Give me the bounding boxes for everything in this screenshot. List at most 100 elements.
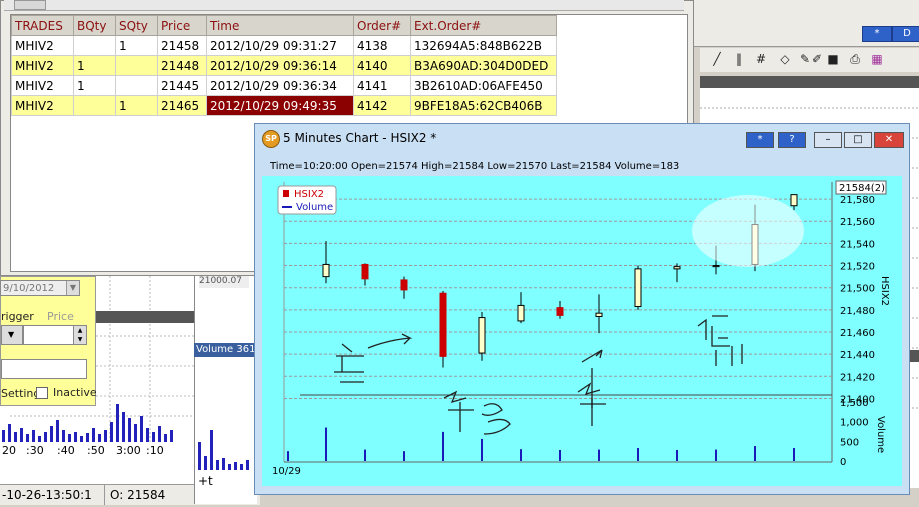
- cell-ext-order: B3A690AD:304D0DED: [410, 55, 557, 76]
- volume-bar: [158, 426, 161, 442]
- eraser-icon[interactable]: ◇: [778, 52, 792, 66]
- price-tick-label: 21,420: [840, 372, 875, 383]
- candle-body: [595, 312, 603, 317]
- grid-icon[interactable]: #: [754, 52, 768, 66]
- volume-bar: [2, 430, 5, 442]
- volume-tick-label: 0: [840, 457, 846, 468]
- time-tick-label: 3:00: [116, 444, 141, 457]
- cell-time: 2012/10/29 09:31:27: [206, 35, 354, 56]
- price-label: Price: [47, 310, 74, 323]
- table-row[interactable]: MHIV2 1 21448 2012/10/29 09:36:14 4140 B…: [11, 55, 557, 76]
- volume-tick-label: 1,500: [840, 398, 869, 409]
- cell-ext-order: 132694A5:848B622B: [410, 35, 557, 56]
- table-row[interactable]: MHIV2 1 21465 2012/10/29 09:49:35 4142 9…: [11, 95, 557, 116]
- volume-bar: [234, 462, 237, 470]
- col-header-time[interactable]: Time: [206, 15, 354, 36]
- left-time-axis: 20 :30 :40 :50 3:00 :10: [0, 442, 180, 460]
- volume-bar: [222, 458, 225, 470]
- date-picker[interactable]: 9/10/2012 ▼: [0, 280, 80, 296]
- vertical-lines-icon[interactable]: ‖: [732, 52, 746, 66]
- chart-plot-area[interactable]: 21,580 21,560 21,540 21,520 21,500 21,480 21,4…: [262, 176, 902, 486]
- col-header-order[interactable]: Order#: [353, 15, 411, 36]
- cell-order: 4138: [353, 35, 411, 56]
- col-header-ext-order[interactable]: Ext.Order#: [410, 15, 557, 36]
- cell-sqty: 1: [115, 95, 158, 116]
- close-icon: ✕: [884, 134, 894, 145]
- cell-bqty: [73, 95, 116, 116]
- candle-body: [322, 263, 330, 278]
- volume-bar: [204, 456, 207, 470]
- price-axis-title: HSIX2: [879, 276, 890, 306]
- volume-bar: [104, 430, 107, 442]
- close-button[interactable]: ✕: [874, 132, 904, 148]
- cell-symbol: MHIV2: [11, 95, 74, 116]
- table-row[interactable]: MHIV2 1 21445 2012/10/29 09:36:34 4141 3…: [11, 75, 557, 96]
- cell-sqty: [115, 75, 158, 96]
- marker-icon[interactable]: ✐: [810, 52, 824, 66]
- cell-order: 4141: [353, 75, 411, 96]
- candle-body: [556, 307, 564, 316]
- col-header-trades[interactable]: TRADES: [11, 15, 74, 36]
- inactive-checkbox[interactable]: [36, 387, 48, 399]
- legend-series-label: HSIX2: [294, 189, 324, 200]
- cell-symbol: MHIV2: [11, 35, 74, 56]
- price-input[interactable]: [23, 325, 75, 345]
- price-tick-label: 21,580: [840, 195, 875, 206]
- price-tick-label: 21,540: [840, 239, 875, 250]
- help-button[interactable]: ?: [778, 132, 806, 148]
- watermark-logo: [692, 195, 804, 267]
- star-button[interactable]: *: [862, 26, 892, 42]
- volume-bar: [26, 434, 29, 442]
- volume-bar: [210, 430, 213, 470]
- time-tick-label: :40: [57, 444, 75, 457]
- volume-bar: [50, 426, 53, 442]
- cell-order: 4140: [353, 55, 411, 76]
- cell-bqty: 1: [73, 55, 116, 76]
- maximize-button[interactable]: □: [844, 132, 872, 148]
- d-button[interactable]: D: [892, 26, 919, 42]
- legend-series-swatch: [283, 190, 289, 197]
- cell-price: 21465: [157, 95, 207, 116]
- volume-bar: [216, 460, 219, 470]
- table-row[interactable]: MHIV2 1 21458 2012/10/29 09:31:27 4138 1…: [11, 35, 557, 56]
- candle-body: [400, 279, 408, 291]
- chart-info-line: Time=10:20:00 Open=21574 High=21584 Low=…: [270, 161, 680, 172]
- trades-table: TRADES BQty SQty Price Time Order# Ext.O…: [11, 15, 557, 116]
- volume-tick-label: 500: [840, 437, 859, 448]
- volume-bar: [98, 434, 101, 442]
- col-header-bqty[interactable]: BQty: [73, 15, 116, 36]
- volume-bar: [240, 464, 243, 470]
- save-icon[interactable]: ■: [826, 52, 840, 66]
- volume-bar: [152, 432, 155, 442]
- price-spinner[interactable]: ▲ ▼: [73, 325, 87, 345]
- line-tool-icon[interactable]: ╱: [710, 52, 724, 66]
- time-tick-label: :50: [87, 444, 105, 457]
- trigger-dropdown[interactable]: ▼: [1, 325, 23, 345]
- drawing-toolbar: ╱ ‖ # ◇ ✎ ✐ ■ ⎙ ▦: [700, 48, 919, 72]
- volume-bar: [122, 412, 125, 442]
- trades-horizontal-scrollbar[interactable]: [4, 0, 684, 11]
- volume-tick-label: 1,000: [840, 418, 869, 429]
- cell-time-selected[interactable]: 2012/10/29 09:49:35: [206, 95, 354, 116]
- chart-star-button[interactable]: *: [746, 132, 774, 148]
- minimize-button[interactable]: –: [814, 132, 842, 148]
- col-header-price[interactable]: Price: [157, 15, 207, 36]
- app-logo-icon: SP: [262, 130, 280, 148]
- volume-bar: [246, 460, 249, 470]
- chevron-down-icon: ▼: [8, 330, 15, 339]
- volume-bar: [62, 430, 65, 442]
- chart-date-label: 10/29: [272, 466, 301, 477]
- setting-input[interactable]: [1, 359, 87, 379]
- mid-top-value: 21000.07: [199, 276, 249, 288]
- time-tick-label: :30: [26, 444, 44, 457]
- date-value: 9/10/2012: [3, 283, 55, 294]
- chevron-down-icon[interactable]: ▼: [66, 281, 79, 295]
- scrollbar-thumb[interactable]: [14, 0, 46, 10]
- chart-icon[interactable]: ▦: [870, 52, 884, 66]
- volume-bar: [134, 424, 137, 442]
- middle-volume-bars: [196, 420, 256, 470]
- col-header-sqty[interactable]: SQty: [115, 15, 158, 36]
- candle-body: [790, 194, 798, 207]
- trades-header-row: TRADES BQty SQty Price Time Order# Ext.O…: [11, 15, 557, 36]
- print-icon[interactable]: ⎙: [848, 52, 862, 66]
